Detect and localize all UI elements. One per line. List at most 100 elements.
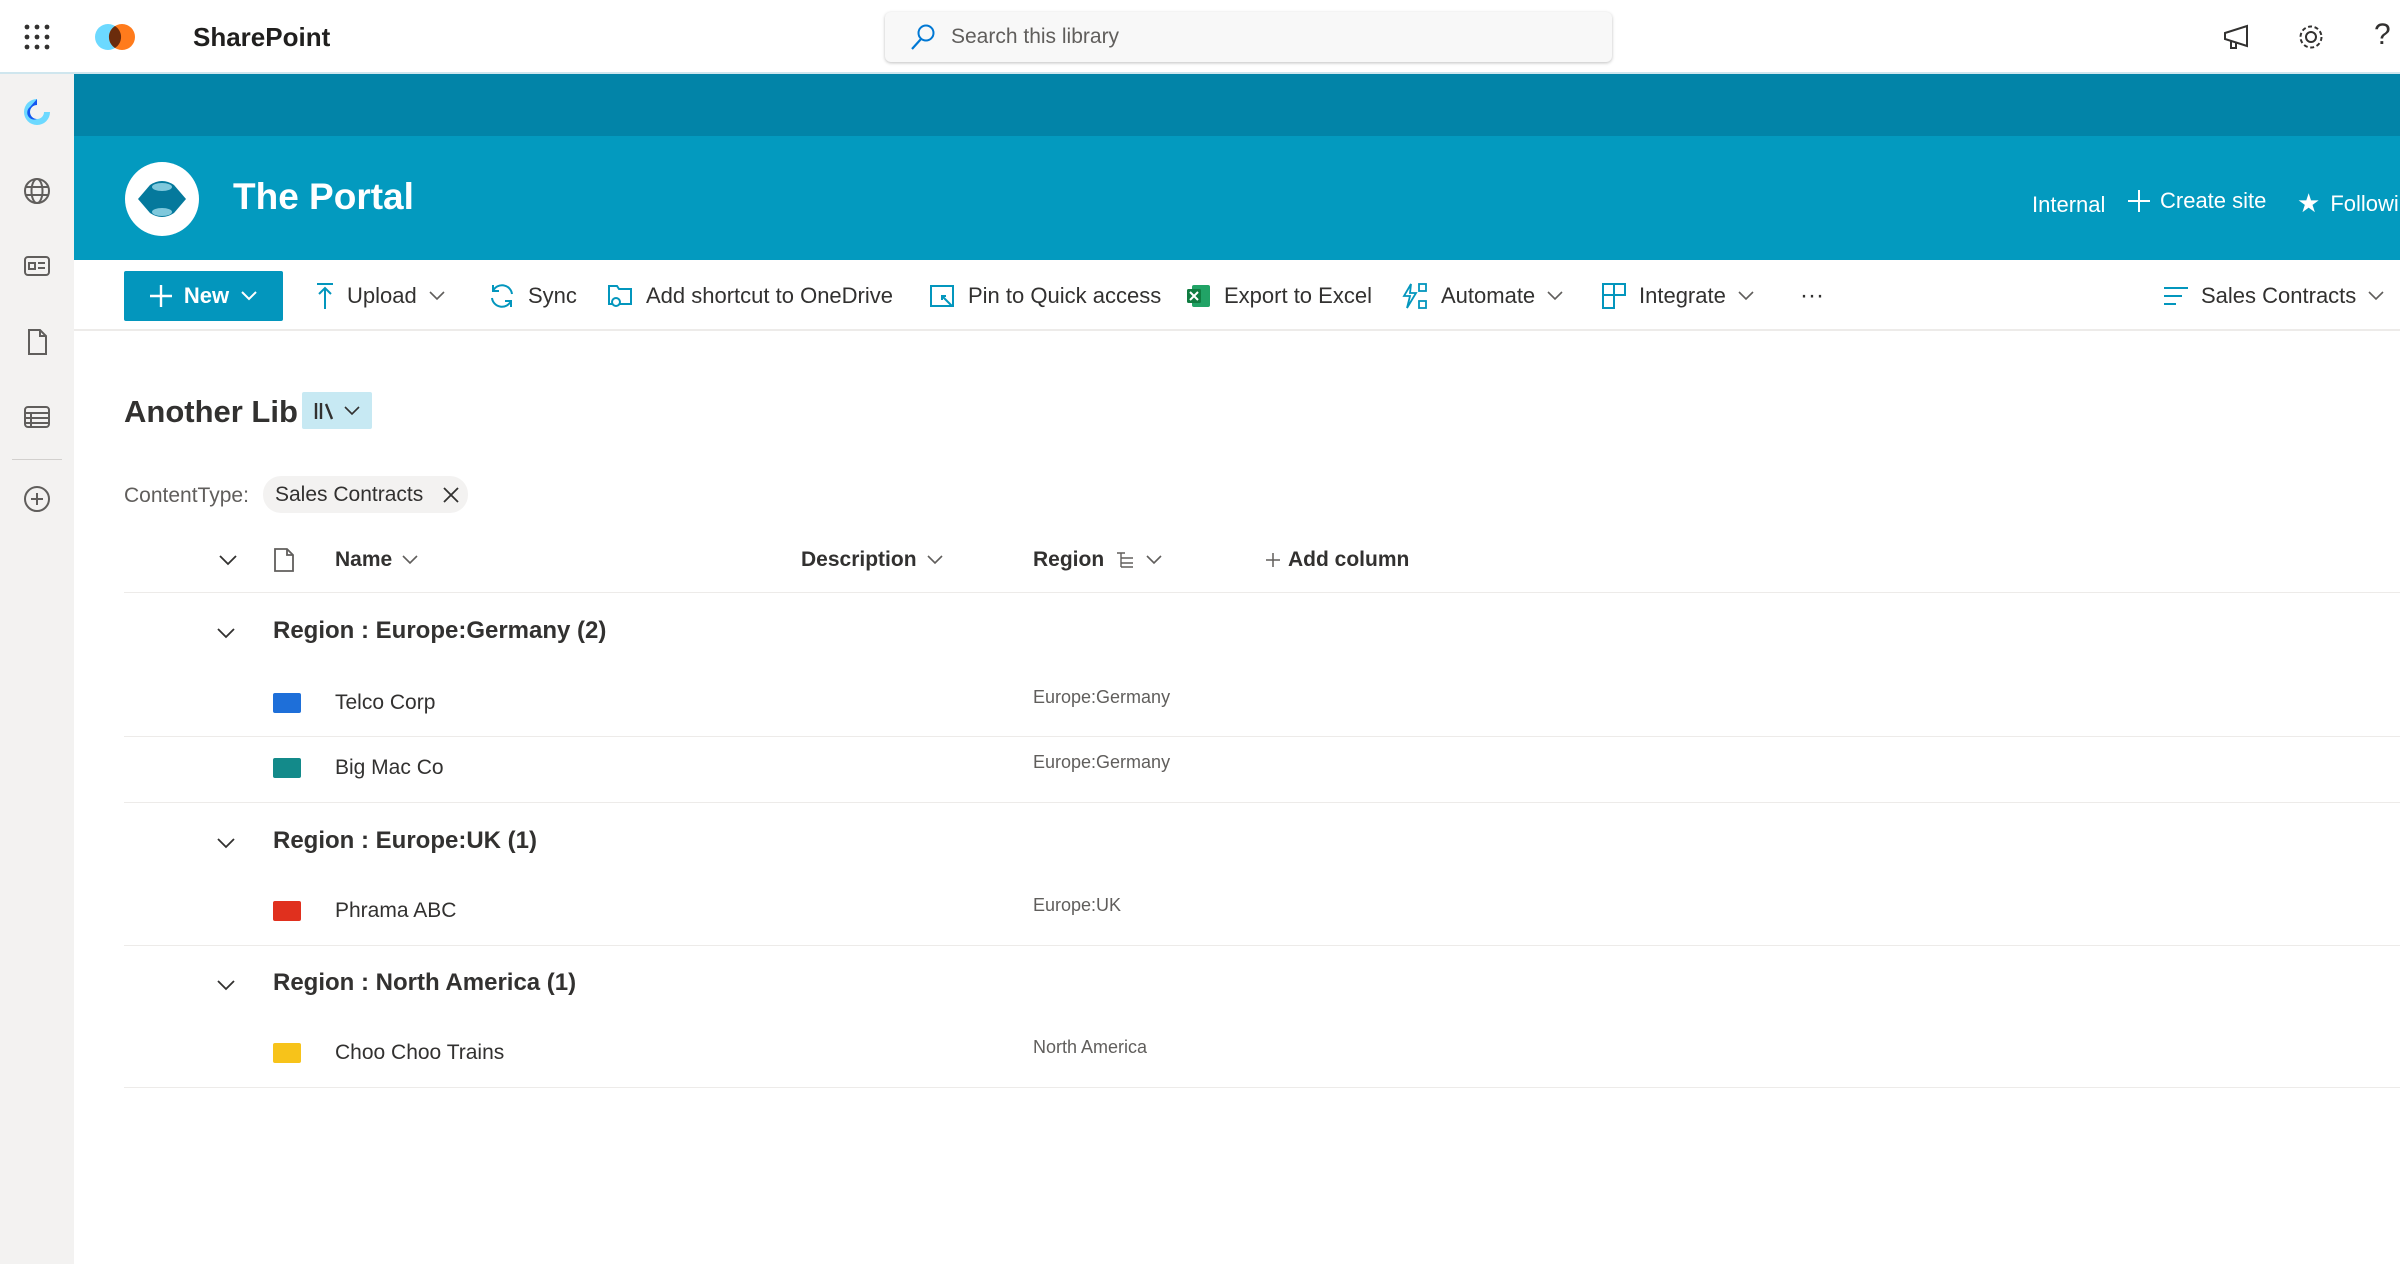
add-column-button[interactable]: Add column (1266, 548, 1409, 572)
column-name[interactable]: Name (335, 548, 418, 572)
news-icon[interactable] (22, 251, 52, 281)
upload-icon (317, 282, 333, 309)
chevron-down-icon (344, 405, 360, 415)
item-name-link[interactable]: Phrama ABC (335, 899, 456, 923)
column-name-label: Name (335, 548, 393, 571)
lists-icon[interactable] (22, 402, 52, 432)
divider (124, 802, 2400, 803)
pin-icon (930, 284, 954, 307)
suite-bar: SharePoint Search this library ? (0, 0, 2400, 74)
group-collapse-chevron-icon[interactable] (216, 835, 236, 851)
new-button[interactable]: New (124, 271, 283, 321)
chevron-down-icon (1738, 290, 1754, 300)
item-name-link[interactable]: Big Mac Co (335, 756, 444, 780)
group-header[interactable]: Region : North America (1) (273, 969, 576, 997)
command-bar: New Upload Sync Add shortcut to OneDrive… (74, 260, 2400, 331)
collapse-all-chevron-icon[interactable] (218, 552, 238, 568)
divider (124, 592, 2400, 593)
group-collapse-chevron-icon[interactable] (216, 977, 236, 993)
file-type-icon (274, 548, 294, 572)
view-list-icon (2164, 286, 2188, 305)
home-icon[interactable] (22, 97, 52, 127)
settings-gear-icon[interactable] (2296, 22, 2326, 52)
integrate-button[interactable]: Integrate (1601, 260, 1754, 331)
add-shortcut-button[interactable]: Add shortcut to OneDrive (606, 260, 893, 331)
chevron-down-icon (2368, 290, 2384, 300)
chevron-down-icon (926, 555, 943, 565)
folder-shortcut-icon (608, 284, 632, 307)
item-region: Europe:Germany (1033, 752, 1171, 772)
upload-label: Upload (347, 282, 417, 308)
group-header[interactable]: Region : Europe:UK (1) (273, 827, 537, 855)
column-region-label: Region (1033, 548, 1105, 571)
item-region: North America (1033, 1037, 1148, 1057)
folder-icon (273, 1043, 301, 1063)
chevron-down-icon (402, 555, 418, 565)
library-title: Another Lib (124, 394, 298, 429)
plus-icon (2128, 190, 2150, 212)
automate-label: Automate (1441, 282, 1536, 308)
pin-label: Pin to Quick access (968, 282, 1162, 308)
excel-icon (1187, 284, 1210, 307)
app-name[interactable]: SharePoint (193, 22, 330, 53)
library-view-button[interactable] (302, 392, 372, 429)
column-description-label: Description (801, 548, 917, 571)
sync-button[interactable]: Sync (488, 260, 577, 331)
hub-band (74, 74, 2400, 136)
item-region: Europe:Germany (1033, 687, 1171, 707)
upload-button[interactable]: Upload (315, 260, 445, 331)
create-site-label: Create site (2160, 188, 2267, 213)
automate-icon (1402, 282, 1427, 309)
column-region[interactable]: Region (1033, 548, 1162, 572)
plus-icon (1266, 553, 1280, 567)
follow-label: Followi (2330, 190, 2399, 216)
sharepoint-logo-icon[interactable] (95, 22, 137, 52)
app-launcher-icon[interactable] (24, 24, 50, 50)
app-bar (0, 74, 74, 1264)
column-description[interactable]: Description (801, 548, 943, 572)
search-placeholder: Search this library (951, 25, 1120, 48)
folder-icon (273, 693, 301, 713)
add-column-label: Add column (1288, 548, 1410, 571)
help-icon[interactable]: ? (2374, 18, 2391, 52)
integrate-icon (1602, 282, 1626, 309)
search-input[interactable]: Search this library (885, 12, 1612, 62)
group-collapse-chevron-icon[interactable] (216, 625, 236, 641)
item-name-link[interactable]: Choo Choo Trains (335, 1041, 504, 1065)
export-excel-button[interactable]: Export to Excel (1186, 260, 1372, 331)
filter-label: ContentType: (124, 484, 249, 507)
filter-pill[interactable]: Sales Contracts (263, 476, 468, 513)
create-icon[interactable] (22, 484, 52, 514)
follow-button[interactable]: ★ Followi (2297, 188, 2399, 219)
create-site-button[interactable]: Create site (2128, 188, 2266, 214)
divider (124, 736, 2400, 737)
pin-quick-access-button[interactable]: Pin to Quick access (928, 260, 1161, 331)
integrate-label: Integrate (1639, 282, 1726, 308)
automate-button[interactable]: Automate (1401, 260, 1563, 331)
sync-label: Sync (528, 282, 577, 308)
close-icon[interactable] (443, 486, 459, 503)
globe-icon[interactable] (22, 176, 52, 206)
add-shortcut-label: Add shortcut to OneDrive (646, 282, 894, 308)
star-icon: ★ (2297, 188, 2321, 218)
search-icon (911, 24, 935, 50)
filter-value: Sales Contracts (275, 482, 424, 506)
megaphone-icon[interactable] (2222, 24, 2252, 50)
files-icon[interactable] (22, 327, 52, 357)
plus-icon (149, 285, 172, 307)
group-header[interactable]: Region : Europe:Germany (2) (273, 617, 606, 645)
site-title[interactable]: The Portal (233, 176, 414, 218)
more-button[interactable]: ··· (1800, 260, 1824, 331)
item-name-link[interactable]: Telco Corp (335, 691, 435, 715)
folder-icon (273, 758, 301, 778)
site-logo[interactable] (124, 161, 200, 237)
chevron-down-icon (429, 290, 445, 300)
group-by-icon (1117, 552, 1134, 568)
item-region: Europe:UK (1033, 895, 1122, 915)
view-selector[interactable]: Sales Contracts (2163, 260, 2384, 331)
site-header: The Portal Internal Create site ★ Followi (74, 136, 2400, 260)
export-label: Export to Excel (1224, 282, 1372, 308)
view-label: Sales Contracts (2201, 282, 2357, 308)
divider (124, 1087, 2400, 1088)
site-classification: Internal (2032, 192, 2106, 217)
